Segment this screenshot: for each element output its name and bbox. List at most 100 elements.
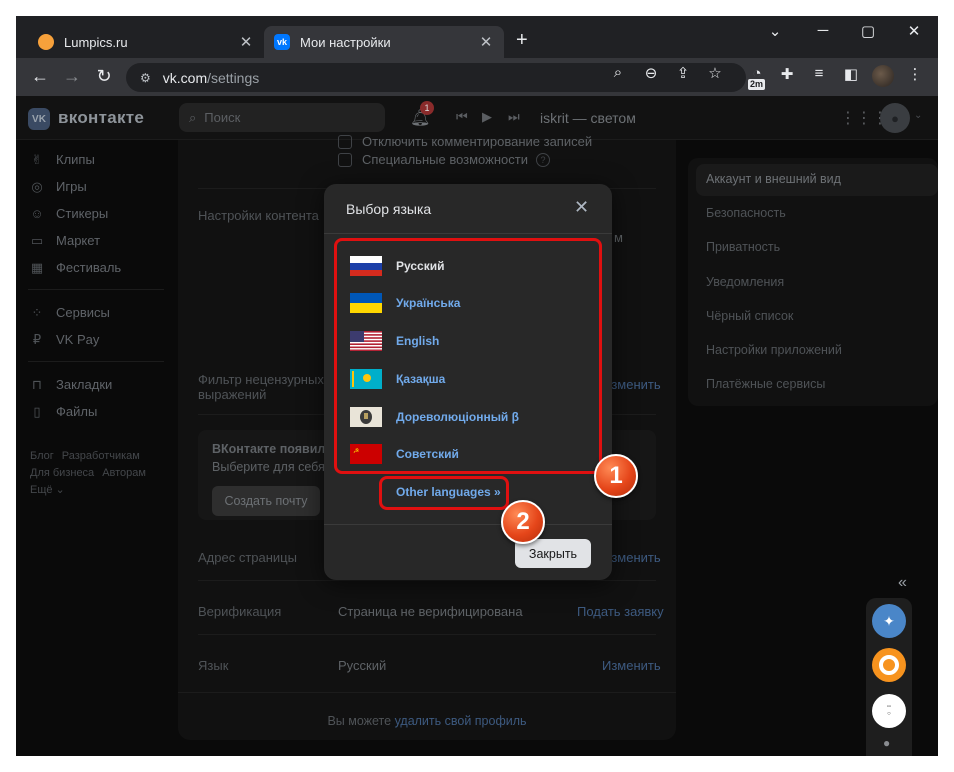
forward-arrow-icon[interactable]: → bbox=[60, 66, 84, 86]
nav-item-label: VK Pay bbox=[56, 332, 100, 347]
tab-close-icon[interactable]: ✕ bbox=[238, 33, 254, 51]
file-icon: ▯ bbox=[33, 403, 41, 419]
play-icon[interactable]: ▶ bbox=[482, 109, 492, 125]
checkbox-accessibility[interactable]: Специальные возможности ? bbox=[338, 152, 550, 167]
close-icon[interactable]: ✕ bbox=[574, 198, 589, 216]
mail-promo-subtitle: Выберите для себя п bbox=[212, 460, 336, 474]
profile-avatar[interactable] bbox=[872, 65, 894, 87]
nav-item-label: Фестиваль bbox=[56, 260, 122, 275]
footer-links: Блог Разработчикам Для бизнеса Авторам Ещё… bbox=[30, 448, 180, 499]
checkbox[interactable] bbox=[338, 152, 352, 167]
minimize-icon[interactable]: ─ bbox=[808, 22, 838, 39]
nav-item-label: Игры bbox=[56, 179, 87, 194]
divider bbox=[198, 580, 656, 581]
nav-item-label: Файлы bbox=[56, 404, 98, 419]
language-change-link[interactable]: Изменить bbox=[602, 658, 661, 673]
verification-label: Верификация bbox=[198, 604, 282, 619]
checkbox-disable-comments[interactable]: Отключить комментирование записей bbox=[338, 134, 592, 149]
footer-link-authors[interactable]: Авторам bbox=[102, 467, 146, 479]
nav-item-market[interactable]: ▭ Маркет bbox=[28, 227, 178, 254]
nav-item-stickers[interactable]: ☺ Стикеры bbox=[28, 200, 178, 227]
tab-lumpics[interactable]: Lumpics.ru ✕ bbox=[28, 26, 264, 58]
collapse-chevron-icon[interactable]: « bbox=[898, 574, 907, 592]
profanity-filter-label: Фильтр нецензурных выражений bbox=[198, 372, 324, 402]
now-playing[interactable]: iskrit — светом bbox=[540, 110, 636, 126]
url-path: /settings bbox=[207, 69, 260, 86]
app-shortcut-icon[interactable]: ▫▫ ○ bbox=[872, 694, 906, 728]
zoom-out-icon[interactable]: ⊖ bbox=[640, 64, 662, 82]
tab-close-icon[interactable]: ✕ bbox=[478, 33, 494, 51]
vk-wordmark[interactable]: вконтакте bbox=[58, 108, 144, 128]
checkbox[interactable] bbox=[338, 134, 352, 149]
search-icon: ⌕ bbox=[189, 109, 197, 125]
media-queue-icon[interactable]: ≡ bbox=[808, 65, 830, 82]
app-shortcut-icon[interactable] bbox=[872, 648, 906, 682]
new-tab-plus-icon[interactable]: + bbox=[516, 30, 528, 50]
extensions-puzzle-icon[interactable]: ✚ bbox=[776, 65, 798, 83]
nav-item-games[interactable]: ◎ Игры bbox=[28, 173, 178, 200]
menu-item-blacklist[interactable]: Чёрный список bbox=[706, 309, 793, 323]
site-info-icon[interactable]: ⚙ bbox=[140, 71, 151, 85]
nav-item-vkpay[interactable]: ₽ VK Pay bbox=[28, 326, 178, 353]
content-settings-trailing: м bbox=[614, 230, 623, 245]
chat-bubble-icon[interactable]: ● bbox=[883, 736, 890, 750]
prev-track-icon[interactable]: ⏮︎ bbox=[456, 109, 468, 125]
side-panel-icon[interactable]: ◧ bbox=[840, 65, 862, 83]
menu-item-payment-services[interactable]: Платёжные сервисы bbox=[706, 377, 825, 391]
app-shortcut-icon[interactable]: ✦ bbox=[872, 604, 906, 638]
maximize-icon[interactable]: ▢ bbox=[853, 22, 883, 40]
annotation-marker-1: 1 bbox=[594, 454, 638, 498]
share-icon[interactable]: ⇪ bbox=[672, 64, 694, 82]
menu-item-app-settings[interactable]: Настройки приложений bbox=[706, 343, 842, 357]
menu-item-account[interactable]: Аккаунт и внешний вид bbox=[706, 172, 841, 186]
nav-item-label: Закладки bbox=[56, 377, 113, 392]
extension-badge: 2m bbox=[748, 79, 766, 90]
language-label: Язык bbox=[198, 658, 229, 673]
nav-item-bookmarks[interactable]: ⊓ Закладки bbox=[28, 371, 178, 398]
footer-link-more[interactable]: Ещё ⌄ bbox=[30, 484, 65, 496]
vkpay-icon: ₽ bbox=[32, 331, 42, 347]
kebab-menu-icon[interactable]: ⋮ bbox=[904, 65, 926, 83]
notifications-badge: 1 bbox=[420, 101, 434, 115]
verification-apply-link[interactable]: Подать заявку bbox=[577, 604, 664, 619]
festival-icon: ▦ bbox=[30, 259, 44, 275]
menu-item-privacy[interactable]: Приватность bbox=[706, 240, 780, 254]
url-host: vk.com bbox=[162, 69, 208, 86]
footer-link-business[interactable]: Для бизнеса bbox=[30, 467, 94, 479]
avatar[interactable]: ● bbox=[880, 103, 910, 133]
chevron-down-icon[interactable]: ⌄ bbox=[914, 110, 922, 121]
modal-title: Выбор языка bbox=[346, 201, 432, 217]
delete-profile-prefix: Вы можете bbox=[327, 714, 395, 728]
create-mail-button[interactable]: Создать почту bbox=[212, 486, 320, 516]
help-question-icon[interactable]: ? bbox=[535, 152, 550, 167]
nav-item-label: Маркет bbox=[56, 233, 101, 248]
delete-profile-line: Вы можете удалить свой профиль bbox=[178, 714, 676, 728]
search-icon[interactable]: ⌕ bbox=[607, 64, 629, 81]
vk-search-input[interactable]: ⌕ Поиск bbox=[179, 103, 385, 132]
next-track-icon[interactable]: ⏭︎ bbox=[508, 109, 520, 125]
nav-divider bbox=[28, 289, 164, 290]
menu-item-security[interactable]: Безопасность bbox=[706, 206, 786, 220]
nav-item-festival[interactable]: ▦ Фестиваль bbox=[28, 254, 178, 281]
side-widget-panel: ✦ ▫▫ ○ ● bbox=[866, 598, 912, 756]
close-window-icon[interactable]: ✕ bbox=[899, 22, 929, 40]
delete-profile-link[interactable]: удалить свой профиль bbox=[395, 714, 527, 728]
nav-item-files[interactable]: ▯ Файлы bbox=[28, 398, 178, 425]
footer-link-developers[interactable]: Разработчикам bbox=[62, 450, 140, 462]
menu-item-notifications[interactable]: Уведомления bbox=[706, 275, 784, 289]
bookmark-star-icon[interactable]: ☆ bbox=[704, 64, 726, 82]
nav-item-clips[interactable]: ✌ Клипы bbox=[28, 146, 178, 173]
footer-link-blog[interactable]: Блог bbox=[30, 450, 54, 462]
highlight-other-languages bbox=[379, 476, 509, 510]
tab-vk-settings[interactable]: vk Мои настройки ✕ bbox=[264, 26, 504, 58]
tab-search-chevron-icon[interactable]: ⌄ bbox=[760, 22, 790, 40]
back-arrow-icon[interactable]: ← bbox=[28, 66, 52, 86]
clips-icon: ✌ bbox=[31, 151, 43, 167]
reload-icon[interactable]: ↻ bbox=[92, 66, 116, 86]
nav-item-label: Стикеры bbox=[56, 206, 109, 221]
bookmark-icon: ⊓ bbox=[31, 376, 43, 392]
left-nav: ✌ Клипы ◎ Игры ☺ Стикеры ▭ Маркет ▦ Фестиваль… bbox=[28, 146, 178, 425]
nav-item-services[interactable]: ⁘ Сервисы bbox=[28, 299, 178, 326]
divider bbox=[178, 692, 676, 693]
vk-logo-icon[interactable]: VK bbox=[28, 108, 50, 130]
